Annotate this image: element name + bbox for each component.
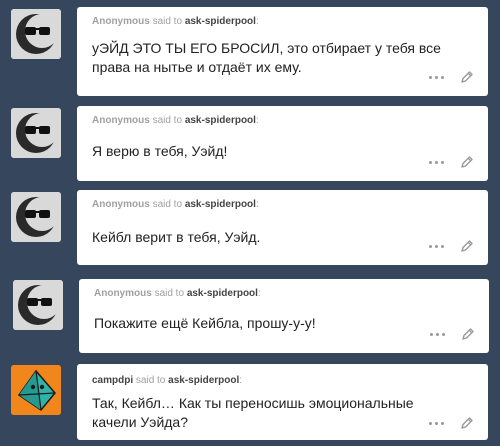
ask-question: Я верю в тебя, Уэйд! (92, 143, 228, 159)
ask-card: campdpi said to ask-spiderpool: Так, Кей… (77, 364, 488, 440)
post-actions (429, 416, 474, 430)
recipient-name[interactable]: ask-spiderpool (187, 288, 258, 299)
anonymous-sunglasses-icon (11, 192, 61, 242)
asker-name[interactable]: Anonymous (92, 115, 150, 126)
anonymous-sunglasses-icon (11, 9, 61, 59)
anonymous-sunglasses-icon (11, 108, 61, 158)
ask-card: Anonymous said to ask-spiderpool: уЭЙД Э… (77, 7, 488, 96)
edit-pencil-icon[interactable] (460, 70, 474, 84)
anonymous-sunglasses-icon (13, 280, 63, 330)
more-options-icon[interactable] (430, 332, 445, 336)
recipient-name[interactable]: ask-spiderpool (185, 199, 256, 210)
asker-name[interactable]: Anonymous (92, 199, 150, 210)
edit-pencil-icon[interactable] (460, 416, 474, 430)
recipient-name[interactable]: ask-spiderpool (168, 375, 239, 386)
edit-pencil-icon[interactable] (460, 155, 474, 169)
ask-question: Так, Кейбл… Как ты переносишь эмоциональ… (92, 395, 414, 430)
ask-question: Покажите ещё Кейбла, прошу-у-у! (94, 315, 316, 331)
recipient-name[interactable]: ask-spiderpool (185, 115, 256, 126)
asker-name[interactable]: Anonymous (94, 288, 152, 299)
asker-name[interactable]: Anonymous (92, 16, 150, 27)
edit-pencil-icon[interactable] (461, 327, 475, 341)
post-actions (429, 70, 474, 84)
ask-question: уЭЙД ЭТО ТЫ ЕГО БРОСИЛ, это отбирает у т… (92, 40, 441, 75)
asker-name[interactable]: campdpi (92, 375, 133, 386)
ask-attribution: campdpi said to ask-spiderpool: (92, 375, 243, 386)
said-to-text: said to (152, 115, 183, 126)
said-to-text: said to (152, 16, 183, 27)
asker-avatar[interactable] (11, 365, 61, 415)
campdpi-geometric-avatar-icon (11, 365, 61, 415)
post-actions (429, 155, 474, 169)
ask-attribution: Anonymous said to ask-spiderpool: (94, 288, 261, 299)
ask-attribution: Anonymous said to ask-spiderpool: (92, 16, 259, 27)
more-options-icon[interactable] (429, 421, 444, 425)
more-options-icon[interactable] (429, 160, 444, 164)
ask-question: Кейбл верит в тебя, Уэйд. (92, 229, 261, 245)
recipient-name[interactable]: ask-spiderpool (185, 16, 256, 27)
said-to-text: said to (152, 199, 183, 210)
more-options-icon[interactable] (429, 75, 444, 79)
ask-card: Anonymous said to ask-spiderpool: Кейбл … (77, 190, 488, 265)
ask-attribution: Anonymous said to ask-spiderpool: (92, 115, 259, 126)
asker-avatar[interactable] (13, 280, 63, 330)
asker-avatar[interactable] (11, 192, 61, 242)
asker-avatar[interactable] (11, 108, 61, 158)
edit-pencil-icon[interactable] (460, 239, 474, 253)
post-actions (429, 239, 474, 253)
post-actions (430, 327, 475, 341)
asker-avatar[interactable] (11, 9, 61, 59)
more-options-icon[interactable] (429, 244, 444, 248)
said-to-text: said to (154, 288, 185, 299)
ask-card: Anonymous said to ask-spiderpool: Я верю… (77, 106, 488, 181)
said-to-text: said to (135, 375, 166, 386)
ask-card: Anonymous said to ask-spiderpool: Покажи… (79, 279, 489, 353)
ask-attribution: Anonymous said to ask-spiderpool: (92, 199, 259, 210)
